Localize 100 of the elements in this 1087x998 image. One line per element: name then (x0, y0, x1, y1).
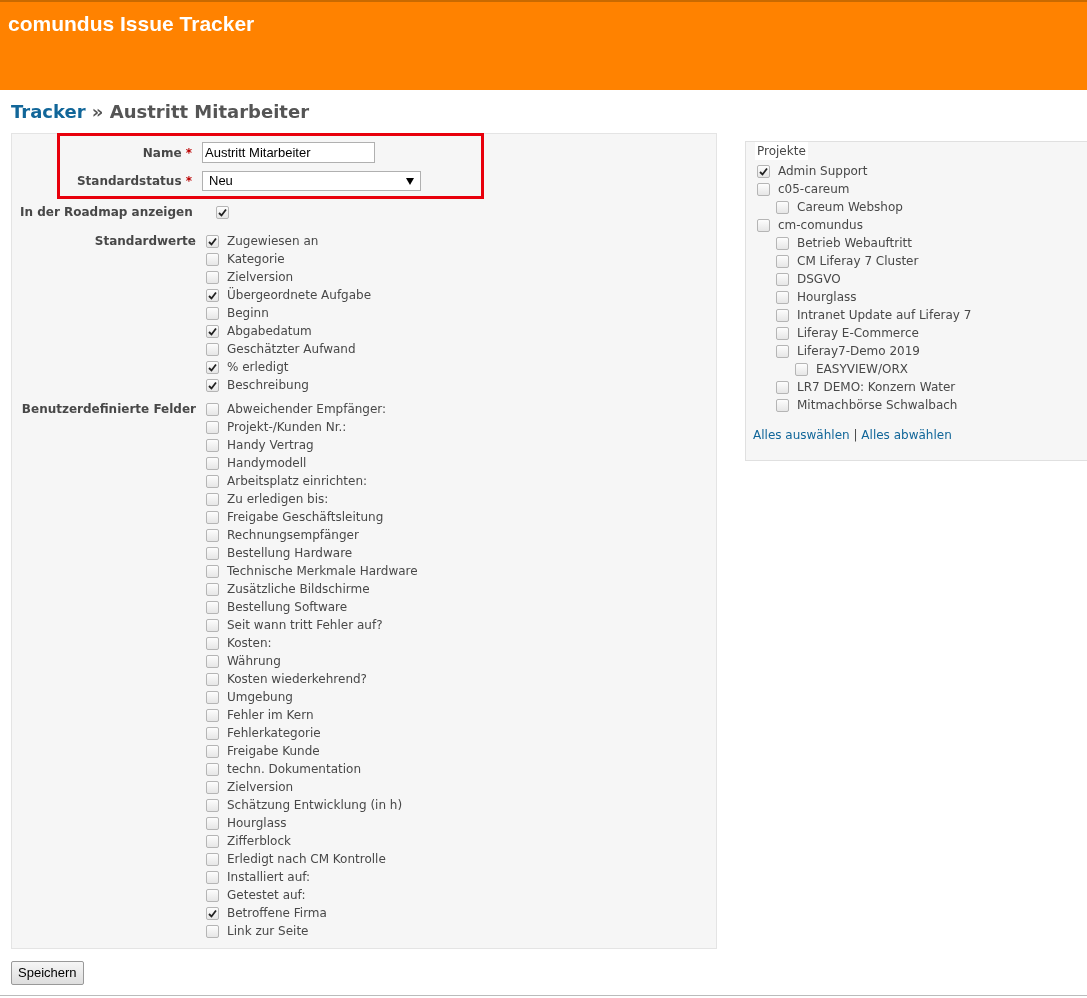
option-label: Zielversion (227, 779, 294, 796)
option-label: Rechnungsempfänger (227, 527, 359, 544)
checkbox[interactable] (206, 852, 219, 866)
checkbox[interactable] (206, 834, 219, 848)
checkbox[interactable] (206, 636, 219, 650)
option-label: Fehlerkategorie (227, 725, 321, 742)
option-label: Bestellung Hardware (227, 545, 353, 562)
checkbox[interactable] (206, 492, 219, 506)
checkbox[interactable] (206, 798, 219, 812)
option-label: c05-careum (778, 181, 850, 198)
option-label: Geschätzter Aufwand (227, 341, 356, 358)
checkbox[interactable] (206, 582, 219, 596)
checkbox[interactable] (206, 252, 219, 266)
checkbox[interactable] (776, 236, 789, 250)
page-title: Austritt Mitarbeiter (109, 101, 310, 122)
checkbox[interactable] (206, 816, 219, 830)
checkbox[interactable] (206, 654, 219, 668)
checkbox[interactable] (206, 708, 219, 722)
checkbox[interactable] (776, 254, 789, 268)
checkbox[interactable] (206, 780, 219, 794)
select-link[interactable]: Alles auswählen (753, 428, 850, 442)
checkbox[interactable] (206, 360, 219, 374)
option-label: Hourglass (227, 815, 287, 832)
checkbox[interactable] (206, 234, 219, 248)
option-label: Fehler im Kern (227, 707, 314, 724)
option-label: EASYVIEW/ORX (816, 361, 908, 378)
checkbox[interactable] (206, 420, 219, 434)
checkbox[interactable] (206, 270, 219, 284)
option-label: Hourglass (797, 289, 857, 306)
checkbox[interactable] (206, 690, 219, 704)
checkbox[interactable] (206, 600, 219, 614)
select-link[interactable]: Alles abwählen (861, 428, 952, 442)
checkbox[interactable] (795, 362, 808, 376)
option-label: Währung (227, 653, 281, 670)
checkbox[interactable] (206, 924, 219, 938)
checkbox[interactable] (206, 402, 219, 416)
checkbox[interactable] (206, 528, 219, 542)
checkbox[interactable] (206, 564, 219, 578)
checkbox[interactable] (206, 306, 219, 320)
checkbox[interactable] (206, 672, 219, 686)
checkbox[interactable] (206, 888, 219, 902)
checkbox[interactable] (206, 762, 219, 776)
option-label: Kosten: (227, 635, 272, 652)
option-label: Installiert auf: (227, 869, 311, 886)
option-label: Projekt-/Kunden Nr.: (227, 419, 347, 436)
option-label: Bestellung Software (227, 599, 348, 616)
option-label: Arbeitsplatz einrichten: (227, 473, 368, 490)
checkbox[interactable] (206, 438, 219, 452)
checkbox[interactable] (206, 378, 219, 392)
option-label: Zielversion (227, 269, 294, 286)
checkbox[interactable] (206, 906, 219, 920)
status-select[interactable]: Neu (202, 171, 421, 191)
option-label: Freigabe Geschäftsleitung (227, 509, 384, 526)
option-label: LR7 DEMO: Konzern Water (797, 379, 956, 396)
breadcrumb-link[interactable]: Tracker (11, 101, 86, 122)
option-label: Handy Vertrag (227, 437, 314, 454)
checkbox[interactable] (776, 272, 789, 286)
checkbox[interactable] (776, 200, 789, 214)
option-label: Abweichender Empfänger: (227, 401, 387, 418)
field-label: Name (142, 145, 182, 160)
checkbox[interactable] (206, 324, 219, 338)
checkbox[interactable] (206, 618, 219, 632)
checkbox[interactable] (206, 546, 219, 560)
checkbox[interactable] (757, 164, 770, 178)
option-label: Zu erledigen bis: (227, 491, 329, 508)
checkbox[interactable] (776, 380, 789, 394)
checkbox[interactable] (757, 182, 770, 196)
option-label: Umgebung (227, 689, 293, 706)
checkbox[interactable] (206, 726, 219, 740)
option-label: Mitmachbörse Schwalbach (797, 397, 958, 414)
option-label: Careum Webshop (797, 199, 903, 216)
checkbox[interactable] (206, 474, 219, 488)
checkbox[interactable] (757, 218, 770, 232)
option-label: Liferay7-Demo 2019 (797, 343, 920, 360)
field-label: Standardstatus (76, 174, 182, 188)
option-label: CM Liferay 7 Cluster (797, 253, 919, 270)
option-label: Intranet Update auf Liferay 7 (797, 307, 972, 324)
option-label: Zifferblock (227, 833, 291, 850)
option-label: Erledigt nach CM Kontrolle (227, 851, 386, 868)
checkbox[interactable] (206, 510, 219, 524)
checkbox[interactable] (206, 288, 219, 302)
checkbox[interactable] (206, 870, 219, 884)
name-field[interactable]: Austritt Mitarbeiter (202, 142, 375, 163)
checkbox[interactable] (776, 344, 789, 358)
checkbox[interactable] (206, 456, 219, 470)
checkbox[interactable] (776, 326, 789, 340)
panel-legend: Projekte (755, 142, 808, 160)
breadcrumb-separator: » (91, 101, 104, 122)
checkbox[interactable] (206, 744, 219, 758)
option-label: Beschreibung (227, 377, 309, 394)
checkbox[interactable] (776, 290, 789, 304)
option-label: techn. Dokumentation (227, 761, 361, 778)
option-label: Kosten wiederkehrend? (227, 671, 367, 688)
checkbox[interactable] (206, 342, 219, 356)
save-button[interactable]: Speichern (11, 961, 84, 985)
option-label: Übergeordnete Aufgabe (227, 286, 372, 304)
checkbox[interactable] (776, 308, 789, 322)
checkbox[interactable] (216, 205, 229, 219)
app-title: comundus Issue Tracker (8, 12, 255, 35)
checkbox[interactable] (776, 398, 789, 412)
